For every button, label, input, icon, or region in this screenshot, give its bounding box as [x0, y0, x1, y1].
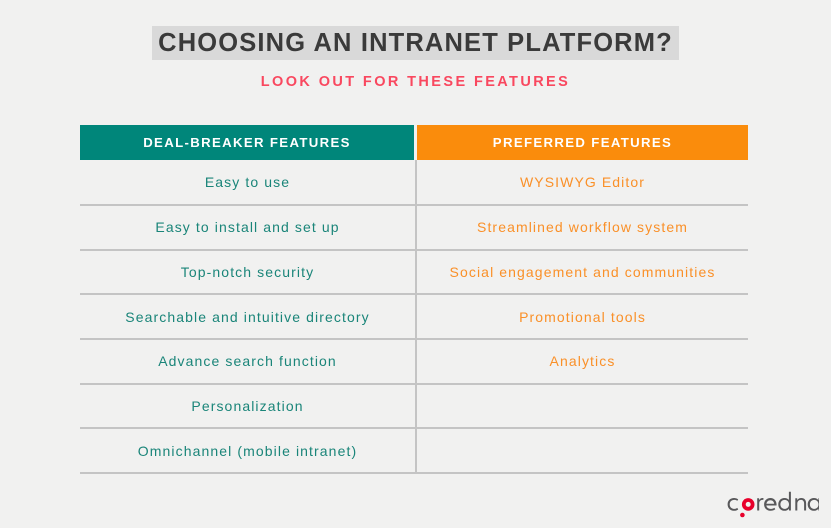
column-header-deal-breaker: DEAL-BREAKER FEATURES: [80, 125, 414, 160]
cell-preferred-7: [415, 429, 748, 473]
cell-deal-breaker-4: Searchable and intuitive directory: [125, 308, 370, 325]
cell-deal-breaker-5: Advance search function: [158, 353, 337, 370]
table-row: Top-notch security Social engagement and…: [80, 248, 748, 294]
table-row: Personalization: [80, 382, 748, 428]
cell-deal-breaker-2: Easy to install and set up: [155, 219, 340, 236]
cell-deal-breaker-6: Personalization: [191, 398, 304, 415]
cell-preferred-2: Streamlined workflow system: [415, 206, 748, 249]
cell-preferred-3: Social engagement and communities: [415, 250, 748, 294]
cell-preferred-5: Analytics: [415, 340, 748, 383]
page-title: CHOOSING AN INTRANET PLATFORM?: [152, 26, 679, 60]
coredna-logo-icon: [727, 491, 819, 518]
cell-preferred-1: WYSIWYG Editor: [415, 160, 748, 204]
cell-preferred-6: [415, 384, 748, 428]
infographic-page: CHOOSING AN INTRANET PLATFORM? LOOK OUT …: [0, 0, 831, 528]
cell-preferred-4: Promotional tools: [415, 295, 748, 339]
table-row: Omnichannel (mobile intranet): [80, 427, 748, 473]
header: CHOOSING AN INTRANET PLATFORM? LOOK OUT …: [0, 26, 831, 90]
column-header-preferred: PREFERRED FEATURES: [417, 125, 748, 160]
table-row: Easy to install and set up Streamlined w…: [80, 204, 748, 249]
table-row: Easy to use WYSIWYG Editor: [80, 160, 748, 204]
table-row: Searchable and intuitive directory Promo…: [80, 293, 748, 339]
page-title-wrap: CHOOSING AN INTRANET PLATFORM?: [0, 26, 831, 60]
table-header-row: DEAL-BREAKER FEATURES PREFERRED FEATURES: [80, 125, 748, 160]
cell-deal-breaker-7: Omnichannel (mobile intranet): [137, 442, 358, 459]
coredna-logo: [727, 491, 819, 521]
cell-deal-breaker-3: Top-notch security: [180, 264, 315, 281]
features-comparison-table: DEAL-BREAKER FEATURES PREFERRED FEATURES…: [80, 125, 748, 475]
page-subtitle: LOOK OUT FOR THESE FEATURES: [260, 74, 571, 90]
cell-deal-breaker-1: Easy to use: [204, 174, 291, 190]
table-body: Easy to use WYSIWYG Editor Easy to insta…: [80, 160, 748, 475]
table-row: Advance search function Analytics: [80, 338, 748, 383]
